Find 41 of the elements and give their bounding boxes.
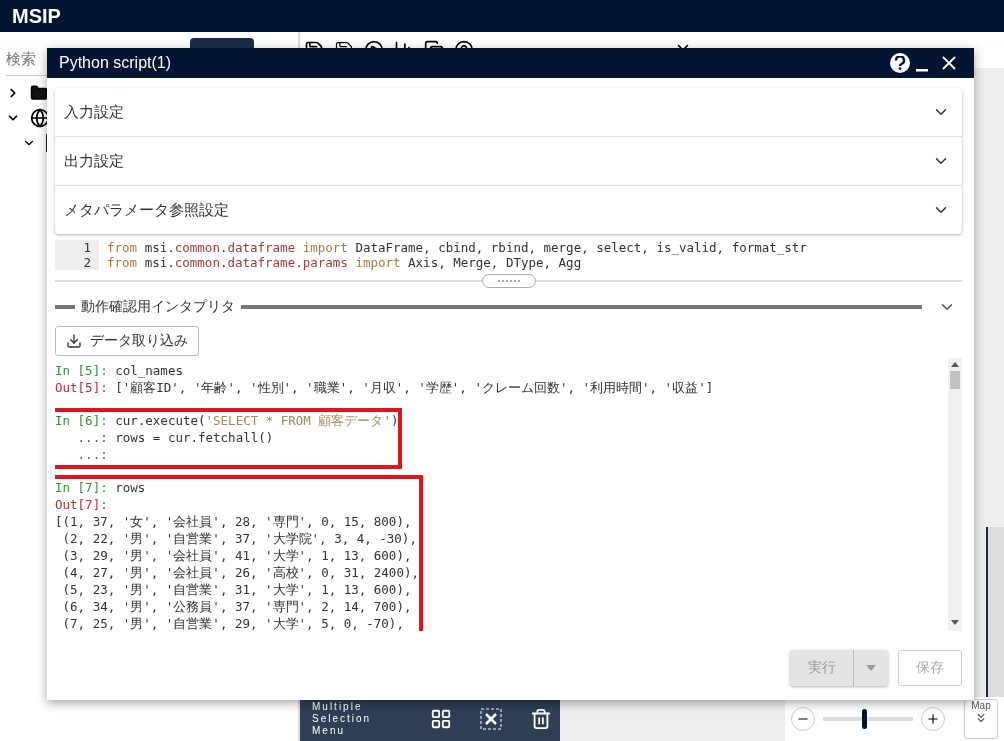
import-data-button[interactable]: データ取り込み <box>55 326 199 356</box>
accordion-header[interactable]: メタパラメータ参照設定 <box>55 185 962 234</box>
console-line: (4, 27, '男', '会社員', 26, '高校', 0, 31, 2400), <box>61 564 419 581</box>
console-line: In [5]: col_names <box>55 362 184 379</box>
console-line: In [7]: rows <box>55 479 147 496</box>
console-line: Out[5]: ['顧客ID', '年齢', '性別', '職業', '月収', '学歴', 'クレーム回数', '利用時間', '収益'] <box>55 379 714 396</box>
app-title: MSIP <box>12 4 61 28</box>
grip-icon <box>495 279 522 283</box>
scrollbar[interactable] <box>948 358 962 631</box>
section-title: 動作確認用インタプリタ <box>81 298 235 316</box>
line-number: 2 <box>55 255 99 270</box>
trash-icon[interactable] <box>530 708 552 730</box>
globe-icon <box>30 107 50 128</box>
console-line: ...: <box>76 446 109 463</box>
accordion-header[interactable]: 出力設定 <box>55 136 962 185</box>
console-line: [(1, 37, '女', '会社員', 28, '専門', 0, 15, 800), <box>55 513 413 530</box>
caret-icon <box>866 665 876 671</box>
zoom-thumb[interactable] <box>861 709 867 729</box>
grid-icon[interactable] <box>430 708 452 730</box>
download-icon <box>66 333 82 349</box>
folder-icon <box>30 83 48 102</box>
console-line: Out[7]: <box>55 496 109 513</box>
line-number: 1 <box>55 240 99 255</box>
deselect-icon[interactable] <box>480 708 502 730</box>
console-line: (2, 22, '男', '自営業', 37, '大学院', 3, 4, -30), <box>61 530 418 547</box>
console-line: (3, 29, '男', '会社員', 41, '大学', 1, 13, 600), <box>61 547 413 564</box>
accordion-header[interactable]: 入力設定 <box>55 88 962 136</box>
console-line: (5, 23, '男', '自営業', 31, '大学', 1, 13, 600), <box>61 581 413 598</box>
console-line: (6, 34, '男', '公務員', 37, '専門', 2, 14, 700), <box>61 598 413 615</box>
dialog-title: Python script(1) <box>59 54 173 72</box>
code-editor[interactable]: 1 from msi.common.dataframe import DataFrame, cbind, rbind, merge, select, is_valid, format_str 2 from msi.common.dataframe.params import Axis, Merge, DType, Agg <box>55 240 962 270</box>
console-line: (7, 25, '男', '自営業', 29, '大学', 5, 0, -70), <box>61 615 405 631</box>
console-line: ...: rows = cur.fetchall() <box>76 429 275 446</box>
help-icon[interactable] <box>890 53 910 73</box>
resize-handle[interactable] <box>481 274 536 288</box>
plus-icon <box>926 712 940 726</box>
double-chevron-icon <box>974 711 988 725</box>
code-line: from msi.common.dataframe import DataFrame, cbind, rbind, merge, select, is_valid, format_str <box>107 240 807 255</box>
code-line: from msi.common.dataframe.params import Axis, Merge, DType, Agg <box>107 255 582 270</box>
console-line: In [6]: cur.execute('SELECT * FROM 顧客データ') <box>55 412 399 429</box>
selection-menu-label: Multiple Selection Menu <box>312 701 373 737</box>
